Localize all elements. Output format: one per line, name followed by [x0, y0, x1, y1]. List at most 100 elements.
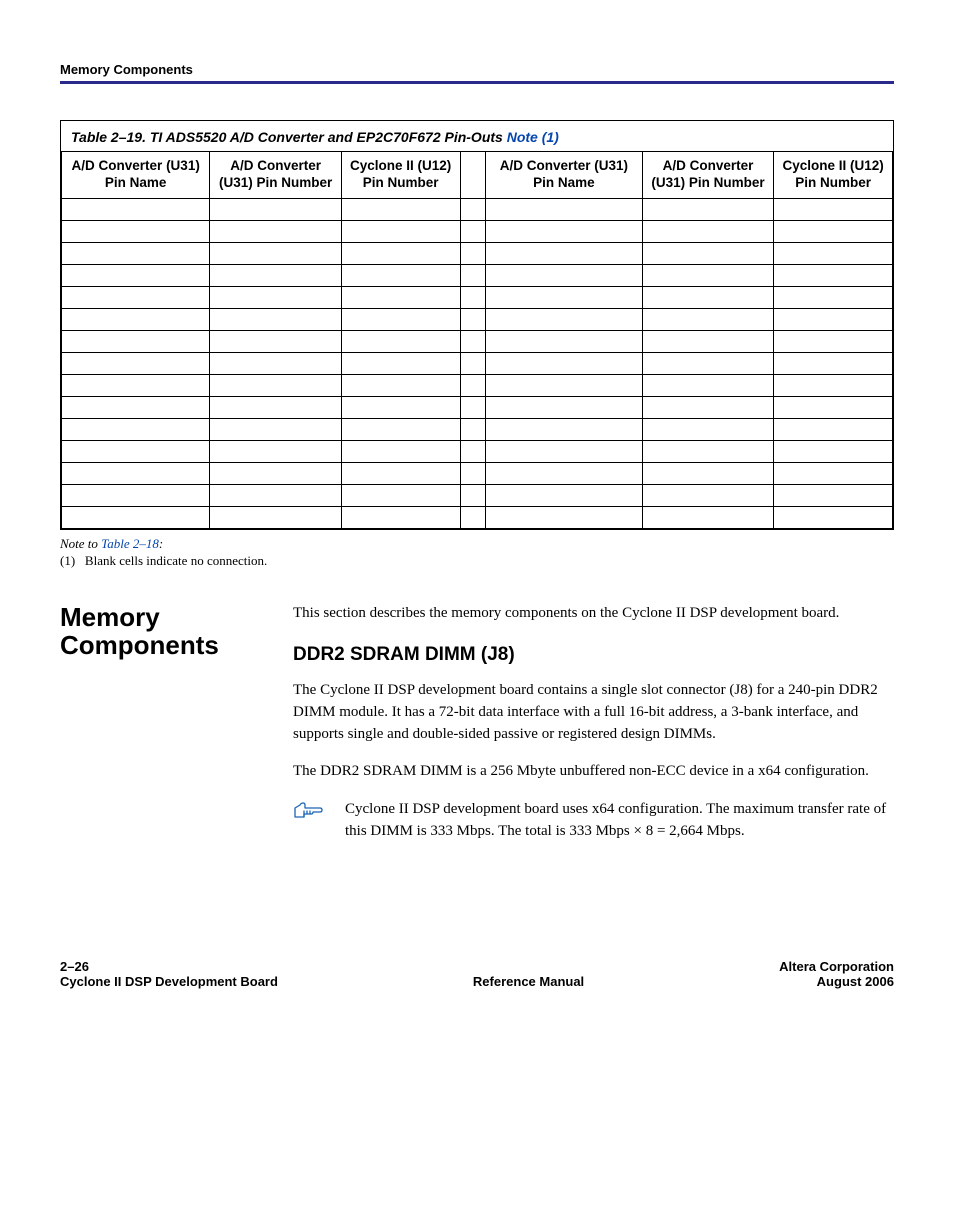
table-cell [642, 440, 773, 462]
table-cell [62, 396, 210, 418]
ddr2-paragraph-2: The DDR2 SDRAM DIMM is a 256 Mbyte unbuf… [293, 761, 894, 783]
table-caption-note-link[interactable]: Note (1) [507, 129, 559, 145]
table-cell [774, 286, 893, 308]
table-cell [774, 396, 893, 418]
table-cell [210, 484, 341, 506]
table-cell [460, 440, 485, 462]
table-cell [210, 220, 341, 242]
col-header-left-pinnum: A/D Converter (U31) Pin Number [210, 152, 341, 199]
table-cell [485, 396, 642, 418]
table-cell [62, 352, 210, 374]
table-cell [341, 418, 460, 440]
page-footer: 2–26 Cyclone II DSP Development Board Re… [0, 959, 954, 1037]
footer-date: August 2006 [779, 974, 894, 989]
table-cell [460, 396, 485, 418]
table-cell [62, 462, 210, 484]
table-note: Note to Table 2–18: (1) Blank cells indi… [60, 536, 894, 569]
table-cell [642, 462, 773, 484]
col-header-right-pinname: A/D Converter (U31) Pin Name [485, 152, 642, 199]
table-row [62, 308, 893, 330]
table-cell [774, 352, 893, 374]
table-cell [642, 242, 773, 264]
table-cell [210, 396, 341, 418]
table-cell [460, 462, 485, 484]
table-cell [210, 506, 341, 528]
footer-center: Reference Manual [473, 974, 584, 989]
table-cell [341, 374, 460, 396]
table-cell [774, 198, 893, 220]
table-cell [485, 242, 642, 264]
table-row [62, 330, 893, 352]
table-cell [460, 418, 485, 440]
table-cell [62, 440, 210, 462]
table-cell [341, 440, 460, 462]
table-cell [774, 242, 893, 264]
table-cell [642, 286, 773, 308]
table-cell [642, 330, 773, 352]
table-cell [642, 308, 773, 330]
table-row [62, 198, 893, 220]
table-cell [642, 418, 773, 440]
table-cell [62, 220, 210, 242]
table-cell [485, 462, 642, 484]
table-cell [210, 440, 341, 462]
table-cell [774, 308, 893, 330]
table-cell [341, 220, 460, 242]
table-cell [62, 198, 210, 220]
table-cell [341, 330, 460, 352]
col-header-right-pinnum: A/D Converter (U31) Pin Number [642, 152, 773, 199]
table-cell [774, 418, 893, 440]
footer-doc-title: Cyclone II DSP Development Board [60, 974, 278, 989]
table-cell [341, 506, 460, 528]
table-cell [210, 242, 341, 264]
table-cell [341, 242, 460, 264]
table-cell [774, 440, 893, 462]
table-row [62, 440, 893, 462]
col-header-right-cyclone: Cyclone II (U12) Pin Number [774, 152, 893, 199]
table-cell [210, 198, 341, 220]
table-cell [485, 352, 642, 374]
table-cell [341, 484, 460, 506]
pinout-table-wrap: Table 2–19. TI ADS5520 A/D Converter and… [60, 120, 894, 530]
table-cell [774, 484, 893, 506]
table-cell [341, 352, 460, 374]
table-cell [210, 418, 341, 440]
table-cell [460, 374, 485, 396]
table-cell [62, 242, 210, 264]
table-cell [642, 352, 773, 374]
table-cell [774, 506, 893, 528]
table-cell [62, 286, 210, 308]
table-cell [774, 330, 893, 352]
table-cell [642, 264, 773, 286]
table-cell [62, 264, 210, 286]
section-side-heading: Memory Components [60, 603, 265, 660]
table-cell [341, 462, 460, 484]
running-header: Memory Components [60, 62, 894, 84]
table-cell [485, 308, 642, 330]
table-cell [210, 286, 341, 308]
note-item-number: (1) [60, 553, 75, 568]
table-cell [341, 264, 460, 286]
table-cell [460, 198, 485, 220]
note-table-ref-link[interactable]: Table 2–18 [101, 536, 159, 551]
table-row [62, 286, 893, 308]
header-section-title: Memory Components [60, 62, 193, 77]
table-row [62, 484, 893, 506]
table-cell [642, 506, 773, 528]
table-cell [62, 506, 210, 528]
table-caption-text: Table 2–19. TI ADS5520 A/D Converter and… [71, 129, 507, 145]
table-cell [774, 462, 893, 484]
table-cell [460, 330, 485, 352]
note-to-label: Note to [60, 536, 101, 551]
table-cell [62, 418, 210, 440]
table-row [62, 506, 893, 528]
table-cell [210, 264, 341, 286]
table-cell [460, 286, 485, 308]
table-cell [460, 484, 485, 506]
table-cell [485, 264, 642, 286]
footer-company: Altera Corporation [779, 959, 894, 974]
table-cell [210, 374, 341, 396]
table-cell [62, 308, 210, 330]
table-row [62, 418, 893, 440]
table-cell [460, 264, 485, 286]
